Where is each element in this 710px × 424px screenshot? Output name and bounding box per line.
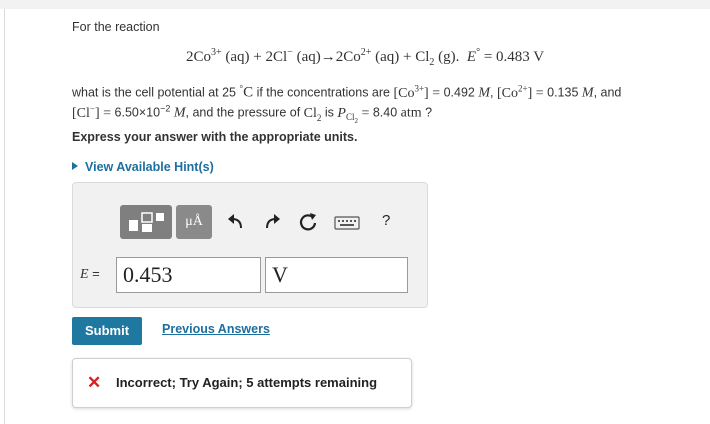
value-input[interactable]: 0.453 <box>116 257 261 293</box>
submit-button[interactable]: Submit <box>72 317 142 345</box>
error-icon: ✕ <box>87 373 102 392</box>
reaction-equation: 2Co3+ (aq) + 2Cl− (aq)→2Co2+ (aq) + Cl2 … <box>186 47 545 68</box>
units-icon: μÅ <box>185 214 203 229</box>
undo-icon[interactable] <box>226 212 246 232</box>
intro-text: For the reaction <box>72 20 160 34</box>
reset-icon[interactable] <box>298 212 318 232</box>
keyboard-icon[interactable] <box>334 212 360 232</box>
help-icon[interactable]: ? <box>382 212 390 229</box>
feedback-box: ✕ Incorrect; Try Again; 5 attempts remai… <box>72 358 412 408</box>
question-line-2: [Cl−] = 6.50×10−2 M, and the pressure of… <box>72 103 433 126</box>
left-border <box>4 9 5 424</box>
templates-icon <box>129 212 164 232</box>
view-hints-link[interactable]: View Available Hint(s) <box>72 160 214 174</box>
previous-answers-link[interactable]: Previous Answers <box>162 322 270 336</box>
unit-input[interactable]: V <box>265 257 408 293</box>
templates-button[interactable] <box>120 205 172 239</box>
top-bar <box>0 0 710 9</box>
units-button[interactable]: μÅ <box>176 205 212 239</box>
instruction-text: Express your answer with the appropriate… <box>72 130 358 144</box>
question-line-1: what is the cell potential at 25 °C if t… <box>72 83 622 101</box>
caret-right-icon <box>72 162 78 170</box>
answer-label: E = <box>80 266 100 282</box>
feedback-message: Incorrect; Try Again; 5 attempts remaini… <box>116 375 378 390</box>
redo-icon[interactable] <box>262 212 282 232</box>
